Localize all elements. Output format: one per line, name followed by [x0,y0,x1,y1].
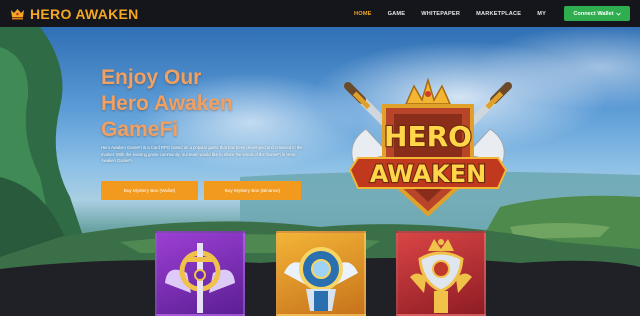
logo-word-hero: HERO [384,120,472,153]
hero-description: Hero Awaken GameFi is a Card RPG based o… [101,145,303,164]
buy-mystery-box-wallet-button[interactable]: Buy Mystery Box (Wallet) [101,181,198,200]
hero-awaken-logo: HERO AWAKEN [344,77,512,217]
nav-whitepaper[interactable]: WHITEPAPER [421,11,460,17]
winged-shield-emblem-icon [284,247,358,311]
headline-line-2: Hero Awaken [101,92,233,115]
brand[interactable]: HERO AWAKEN [10,6,139,22]
hero-headline: Enjoy Our Hero Awaken GameFi [101,65,281,143]
hero-card[interactable] [155,231,245,316]
hero-card[interactable] [396,231,486,316]
chevron-down-icon [615,12,621,16]
buy-mystery-box-binance-button[interactable]: Buy Mystery Box (Binance) [204,181,301,200]
nav-marketplace[interactable]: MARKETPLACE [476,11,521,17]
hero-awaken-crest-icon [11,8,24,19]
logo-word-awaken: AWAKEN [370,160,487,188]
winged-sword-emblem-icon [165,243,235,313]
top-navbar: HERO AWAKEN HOME GAME WHITEPAPER MARKETP… [0,0,640,27]
nav-my[interactable]: MY [537,11,546,17]
headline-line-1: Enjoy Our [101,66,202,89]
nav-home[interactable]: HOME [354,11,372,17]
crown-chalice-emblem-icon [410,239,472,313]
connect-wallet-button[interactable]: Connect Wallet [564,6,630,21]
headline-line-3: GameFi [101,118,179,141]
brand-name: HERO AWAKEN [30,5,139,22]
nav-menu: HOME GAME WHITEPAPER MARKETPLACE MY Conn… [338,6,630,21]
hero-section: Enjoy Our Hero Awaken GameFi Hero Awaken… [0,27,640,316]
nav-game[interactable]: GAME [388,11,406,17]
connect-wallet-label: Connect Wallet [573,10,614,17]
hero-card[interactable] [276,231,366,316]
